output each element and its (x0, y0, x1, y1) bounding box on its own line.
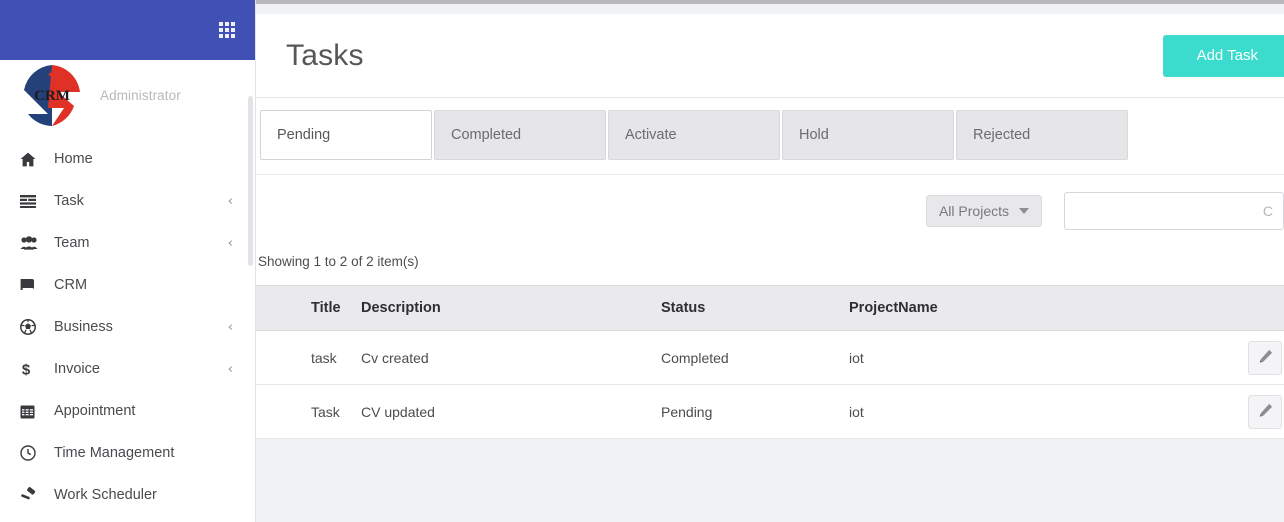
table-row[interactable]: task Cv created Completed iot (256, 331, 1284, 385)
sidebar-item-label: Home (54, 151, 93, 167)
sidebar-item-business[interactable]: Business ‹ (0, 306, 255, 348)
users-icon (20, 236, 46, 250)
sidebar-item-team[interactable]: Team ‹ (0, 222, 255, 264)
project-filter-value: All Projects (938, 202, 1009, 219)
svg-text:$: $ (22, 362, 31, 378)
cell-status: Pending (661, 403, 713, 420)
chevron-left-icon: ‹ (227, 361, 233, 377)
main-content: Tasks Add Task Pending Completed Activat… (256, 0, 1284, 522)
table-header-row: Title Description Status ProjectName (256, 285, 1284, 331)
sidebar-item-label: Team (54, 235, 90, 251)
gavel-icon (20, 487, 46, 503)
sidebar-item-home[interactable]: Home (0, 138, 255, 180)
page-title: Tasks (286, 38, 364, 72)
status-tabs: Pending Completed Activate Hold Rejected (256, 98, 1284, 174)
sidebar-item-time-management[interactable]: Time Management (0, 432, 255, 474)
cell-title: Task (311, 403, 340, 420)
cell-actions (1234, 394, 1284, 429)
tab-pending[interactable]: Pending (260, 110, 432, 160)
edit-pencil-icon (1258, 403, 1273, 421)
sidebar: CRM Administrator Home Task ‹ Team ‹ CRM… (0, 0, 256, 522)
tab-label: Activate (625, 127, 677, 143)
cell-description: CV updated (361, 403, 435, 420)
cell-description: Cv created (361, 349, 429, 366)
admin-role-label: Administrator (100, 87, 181, 103)
sidebar-item-label: Appointment (54, 403, 136, 419)
tab-label: Rejected (973, 127, 1031, 143)
tab-label: Completed (451, 127, 522, 143)
tab-rejected[interactable]: Rejected (956, 110, 1128, 160)
sidebar-item-label: Work Scheduler (54, 487, 157, 503)
edit-task-button[interactable] (1248, 340, 1282, 375)
soccer-ball-icon (20, 319, 46, 335)
chevron-left-icon: ‹ (227, 193, 233, 209)
sidebar-item-work-scheduler[interactable]: Work Scheduler (0, 474, 255, 516)
edit-task-button[interactable] (1248, 394, 1282, 429)
table-row[interactable]: Task CV updated Pending iot (256, 385, 1284, 439)
clock-icon (20, 445, 46, 461)
tab-activate[interactable]: Activate (608, 110, 780, 160)
column-header-status: Status (661, 300, 706, 316)
brand-block: CRM Administrator (0, 60, 255, 130)
column-header-description: Description (361, 300, 441, 316)
sidebar-item-label: Invoice (54, 361, 100, 377)
tasks-table: Title Description Status ProjectName tas… (256, 285, 1284, 439)
sidebar-item-crm[interactable]: CRM (0, 264, 255, 306)
top-divider (256, 0, 1284, 4)
sidebar-item-invoice[interactable]: $ Invoice ‹ (0, 348, 255, 390)
cell-title: task (311, 349, 337, 366)
sidebar-topbar (0, 0, 255, 60)
page-header: Tasks Add Task (256, 14, 1284, 98)
book-icon (20, 278, 46, 292)
sidebar-scrollbar[interactable] (248, 96, 253, 266)
cell-projectname: iot (849, 349, 864, 366)
cell-actions (1234, 340, 1284, 375)
cell-projectname: iot (849, 403, 864, 420)
list-icon (20, 194, 46, 208)
chevron-left-icon: ‹ (227, 319, 233, 335)
chevron-down-icon (1019, 207, 1029, 214)
sidebar-item-label: CRM (54, 277, 88, 293)
add-task-button[interactable]: Add Task (1162, 34, 1284, 77)
sidebar-item-label: Task (54, 193, 84, 209)
crm-logo-icon: CRM (18, 62, 86, 128)
app-root: CRM Administrator Home Task ‹ Team ‹ CRM… (0, 0, 1284, 522)
sidebar-item-label: Business (54, 319, 113, 335)
sidebar-nav: Home Task ‹ Team ‹ CRM Business ‹ $ Invo… (0, 130, 255, 516)
sidebar-item-label: Time Management (54, 445, 175, 461)
filter-toolbar: All Projects (256, 174, 1284, 246)
column-header-projectname: ProjectName (849, 300, 938, 316)
sidebar-item-task[interactable]: Task ‹ (0, 180, 255, 222)
dollar-icon: $ (20, 361, 46, 378)
edit-pencil-icon (1258, 349, 1273, 367)
column-header-title: Title (311, 300, 341, 316)
calendar-icon (20, 404, 46, 419)
tab-completed[interactable]: Completed (434, 110, 606, 160)
sidebar-item-appointment[interactable]: Appointment (0, 390, 255, 432)
results-summary: Showing 1 to 2 of 2 item(s) (256, 246, 1284, 285)
search-input[interactable] (1064, 191, 1284, 230)
apps-grid-icon[interactable] (219, 22, 235, 38)
tab-hold[interactable]: Hold (782, 110, 954, 160)
project-filter-dropdown[interactable]: All Projects (925, 194, 1042, 227)
chevron-left-icon: ‹ (227, 235, 233, 251)
svg-text:CRM: CRM (34, 88, 70, 104)
cell-status: Completed (661, 349, 729, 366)
home-icon (20, 152, 46, 167)
tab-label: Pending (277, 127, 331, 143)
tab-label: Hold (799, 127, 829, 143)
